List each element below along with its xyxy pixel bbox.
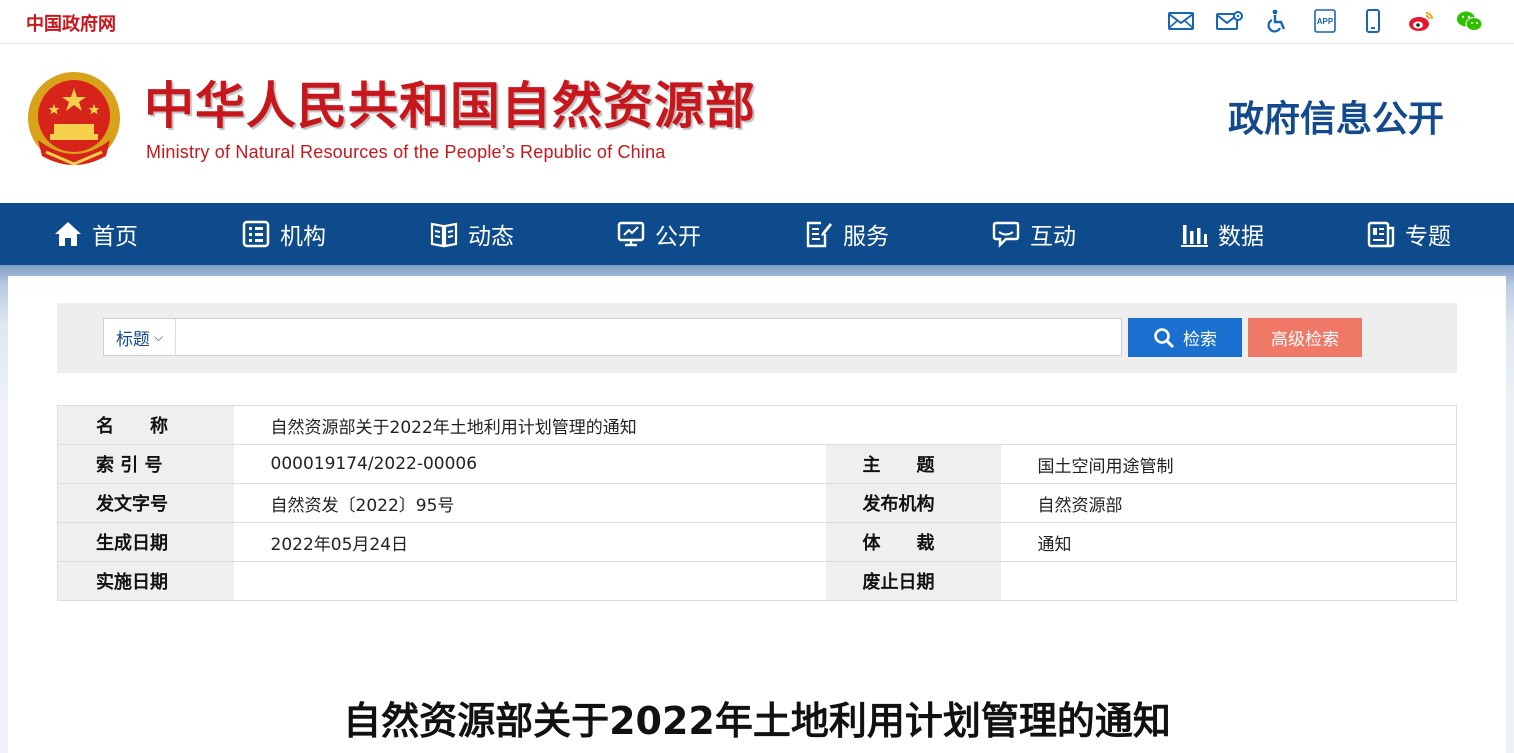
search-scope-label: 标题 [115,329,150,350]
expiry-label: 废止日期 [825,561,1001,601]
issuer-value: 自然资源部 [1000,483,1457,523]
org-icon [242,220,270,248]
document-title: 自然资源部关于2022年土地利用计划管理的通知 [343,699,1171,743]
nav-item-label: 机构 [280,224,326,250]
nav-item-label: 互动 [1030,224,1076,250]
ministry-name-en: Ministry of Natural Resources of the Peo… [146,142,666,162]
name-value: 自然资源部关于2022年土地利用计划管理的通知 [233,405,1457,445]
genre-label: 体 裁 [825,522,1001,562]
table-row: 索 引 号 000019174/2022-00006 主 题 国土空间用途管制 [57,444,1457,484]
home-icon [55,222,81,246]
weibo-icon[interactable] [1406,8,1436,34]
table-row: 实施日期 废止日期 [57,561,1457,601]
portal-title: 政府信息公开 [1227,99,1444,140]
nav-item-label: 数据 [1218,224,1264,250]
name-label: 名 称 [57,405,234,445]
mail-settings-icon[interactable] [1214,8,1244,34]
nav-item-label: 动态 [468,224,514,250]
ministry-name-cn[interactable]: 中华人民共和国自然资源部 [144,76,756,136]
nav-item-label: 专题 [1405,224,1451,250]
table-row: 名 称 自然资源部关于2022年土地利用计划管理的通知 [57,405,1457,445]
monitor-icon [617,221,645,247]
book-icon [430,222,458,248]
docno-label: 发文字号 [57,483,234,523]
top-tools: APP [1166,8,1484,34]
topic-label: 主 题 [825,444,1001,484]
created-label: 生成日期 [57,522,234,562]
index-value: 000019174/2022-00006 [233,444,826,484]
nav-item-news[interactable]: 动态 [430,203,514,265]
accessibility-icon[interactable] [1262,8,1292,34]
mail-icon[interactable] [1166,8,1196,34]
index-label: 索 引 号 [57,444,234,484]
nav-item-data[interactable]: 数据 [1180,203,1264,265]
topic-value: 国土空间用途管制 [1000,444,1457,484]
national-emblem-icon[interactable] [24,68,124,172]
newspaper-icon [1367,221,1395,248]
expiry-value [1000,561,1457,601]
gov-portal-link[interactable]: 中国政府网 [26,10,116,36]
top-bar: 中国政府网 APP [0,0,1514,44]
nav-item-service[interactable]: 服务 [805,203,889,265]
nav-item-special[interactable]: 专题 [1367,203,1451,265]
nav-item-home[interactable]: 首页 [54,203,138,265]
issuer-label: 发布机构 [825,483,1001,523]
document-info-table: 名 称 自然资源部关于2022年土地利用计划管理的通知 索 引 号 000019… [57,405,1457,601]
search-box: 标题 ⌵ [103,318,1122,356]
search-button-label: 检索 [1183,330,1217,350]
main-nav: 首页 机构 动态 公开 服务 互动 数据 专题 [0,203,1514,265]
genre-value: 通知 [1000,522,1457,562]
nav-item-org[interactable]: 机构 [242,203,326,265]
docno-value: 自然资发〔2022〕95号 [233,483,826,523]
table-row: 发文字号 自然资发〔2022〕95号 发布机构 自然资源部 [57,483,1457,523]
search-scope-select[interactable]: 标题 ⌵ [104,319,176,355]
effective-label: 实施日期 [57,561,234,601]
wechat-icon[interactable] [1454,8,1484,34]
app-icon[interactable]: APP [1310,8,1340,34]
chevron-down-icon: ⌵ [153,329,164,344]
nav-item-open[interactable]: 公开 [617,203,701,265]
mobile-icon[interactable] [1358,8,1388,34]
advanced-search-button[interactable]: 高级检索 [1248,318,1362,357]
app-icon-label: APP [1317,17,1334,26]
edit-doc-icon [806,221,832,248]
chat-icon [992,221,1020,248]
created-value: 2022年05月24日 [233,522,826,562]
site-header: 中华人民共和国自然资源部 Ministry of Natural Resourc… [0,44,1514,203]
bar-chart-icon [1181,225,1208,247]
search-icon [1154,327,1175,348]
nav-item-label: 首页 [92,224,138,250]
search-input[interactable] [176,319,1121,355]
nav-item-label: 公开 [655,224,701,250]
nav-item-interact[interactable]: 互动 [992,203,1076,265]
nav-item-label: 服务 [843,224,889,250]
effective-value [233,561,826,601]
search-button[interactable]: 检索 [1128,318,1242,357]
table-row: 生成日期 2022年05月24日 体 裁 通知 [57,522,1457,562]
